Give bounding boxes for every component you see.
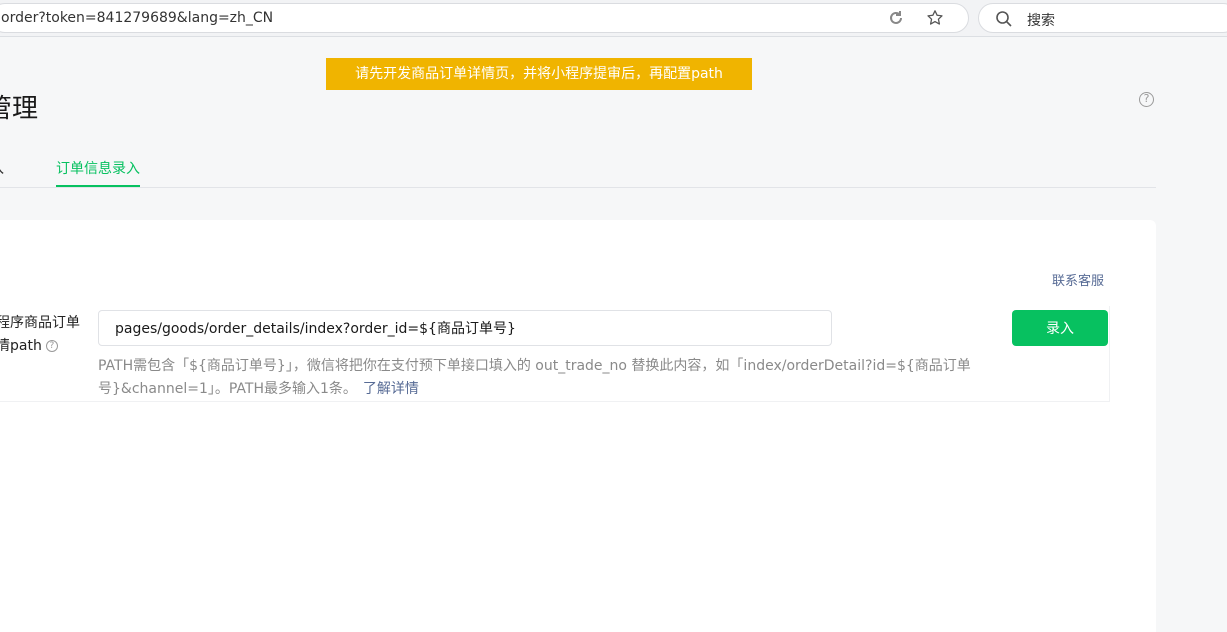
refresh-icon[interactable] [886, 9, 906, 29]
browser-search-box[interactable]: 搜索 [978, 3, 1227, 33]
star-icon[interactable] [925, 9, 945, 29]
search-placeholder: 搜索 [1027, 13, 1055, 29]
field-help-icon[interactable]: ? [45, 340, 58, 352]
active-tab-indicator [56, 185, 140, 187]
field-label-continued: 情path? [0, 335, 58, 355]
field-label-line1: 程序商品订单 [0, 315, 80, 331]
warning-banner: 请先开发商品订单详情页，并将小程序提审后，再配置path [326, 58, 752, 90]
url-text[interactable]: order?token=841279689&lang=zh_CN [1, 10, 273, 26]
address-bar[interactable]: order?token=841279689&lang=zh_CN [0, 3, 969, 33]
field-label: 程序商品订单 [0, 312, 80, 332]
contact-support-link[interactable]: 联系客服 [1052, 270, 1104, 289]
content-card [0, 220, 1156, 632]
learn-more-link[interactable]: 了解详情 [363, 381, 419, 397]
tab-bar: 入 订单信息录入 [0, 150, 1156, 188]
page-title: 管理 [0, 94, 39, 124]
path-hint-text: PATH需包含「${商品订单号}」，微信将把你在支付预下单接口填入的 out_t… [98, 358, 971, 397]
browser-toolbar: order?token=841279689&lang=zh_CN 搜索 [0, 0, 1227, 37]
search-icon [995, 10, 1013, 28]
path-input[interactable] [98, 310, 832, 346]
path-hint: PATH需包含「${商品订单号}」，微信将把你在支付预下单接口填入的 out_t… [98, 355, 978, 401]
tab-order-info-entry[interactable]: 订单信息录入 [56, 158, 140, 178]
tab-previous[interactable]: 入 [0, 158, 4, 178]
help-icon[interactable]: ? [1139, 92, 1154, 107]
field-label-line2: 情path [0, 338, 42, 354]
submit-button[interactable]: 录入 [1012, 310, 1108, 346]
